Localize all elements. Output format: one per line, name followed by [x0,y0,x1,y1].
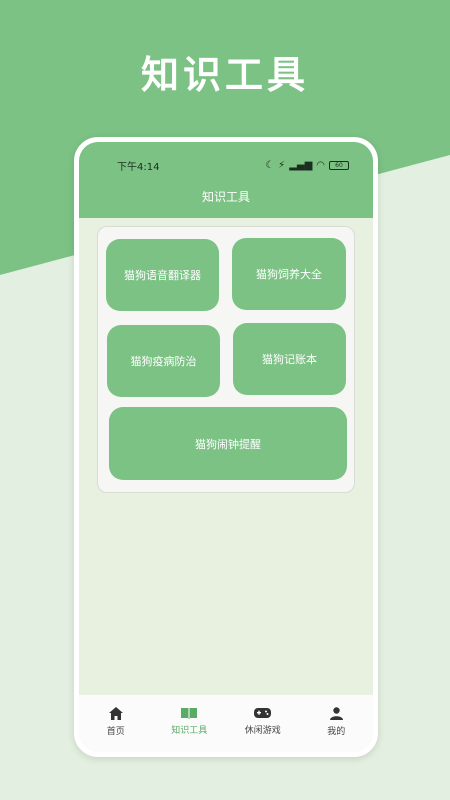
status-icons: ☾ ⚡ ▂▄▆ ◠ 60 [265,160,349,171]
vibrate-icon: ⚡ [278,159,286,171]
care-guide-button[interactable]: 猫狗饲养大全 [232,238,346,310]
book-icon [181,707,198,719]
gamepad-icon [254,707,272,719]
nav-item-profile[interactable]: 我的 [306,707,366,737]
user-icon [329,707,343,720]
voice-translator-button[interactable]: 猫狗语音翻译器 [106,239,219,311]
status-bar: 下午4:14 ☾ ⚡ ▂▄▆ ◠ 60 [117,158,349,173]
moon-icon: ☾ [265,159,275,171]
phone-mockup: 下午4:14 ☾ ⚡ ▂▄▆ ◠ 60 知识工具 猫狗语音翻译器 猫狗饲养大全 … [74,137,378,757]
wifi-icon: ◠ [316,159,325,171]
battery-icon: 60 [329,160,349,170]
tools-card: 猫狗语音翻译器 猫狗饲养大全 猫狗疫病防治 猫狗记账本 猫狗闹钟提醒 [97,226,355,493]
nav-label-home: 首页 [106,727,125,737]
app-header: 下午4:14 ☾ ⚡ ▂▄▆ ◠ 60 知识工具 [79,142,373,218]
account-book-button[interactable]: 猫狗记账本 [233,323,346,395]
disease-prevention-button[interactable]: 猫狗疫病防治 [107,325,220,397]
bottom-nav: 首页 知识工具 休闲游戏 我的 [79,695,373,752]
nav-label-tools: 知识工具 [171,726,208,736]
home-icon [108,707,123,720]
signal-icon: ▂▄▆ [289,159,313,171]
page-title: 知识工具 [201,190,250,204]
nav-item-home[interactable]: 首页 [86,707,146,737]
nav-label-games: 休闲游戏 [244,726,281,736]
hero-title: 知识工具 [140,53,309,97]
nav-label-profile: 我的 [327,727,346,737]
nav-item-tools[interactable]: 知识工具 [159,707,219,736]
nav-item-games[interactable]: 休闲游戏 [233,707,293,736]
status-time: 下午4:14 [117,161,160,173]
alarm-reminder-button[interactable]: 猫狗闹钟提醒 [109,407,347,480]
